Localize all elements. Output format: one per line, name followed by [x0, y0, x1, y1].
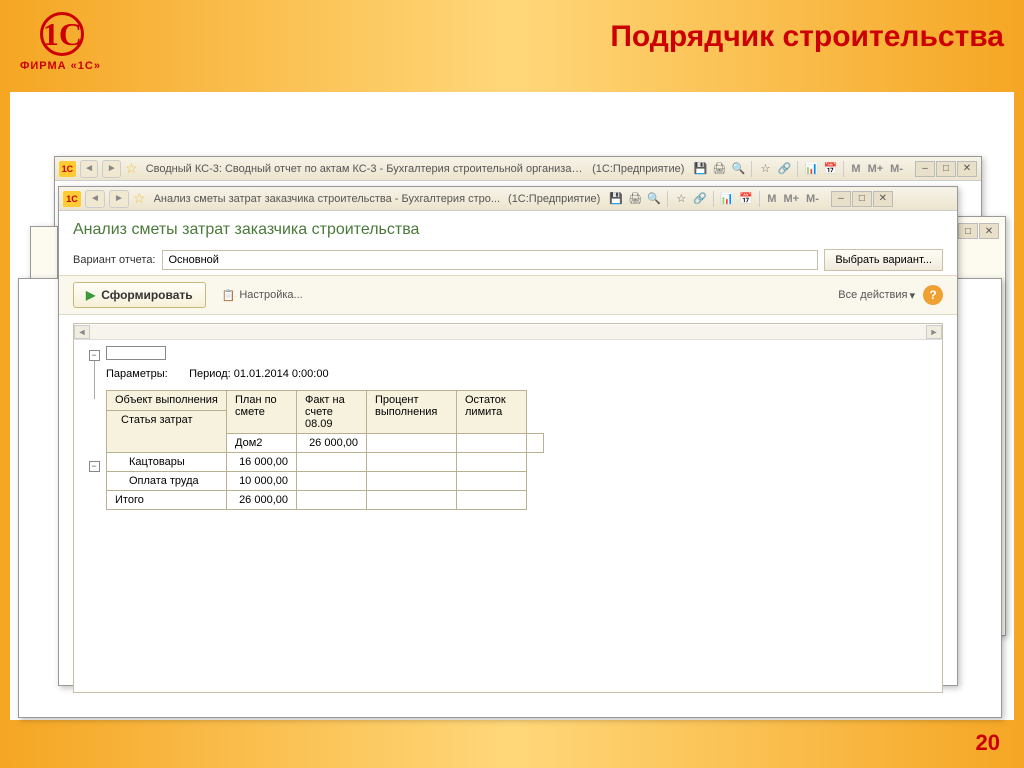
- cell-remain: [527, 434, 544, 453]
- report-body: ◄ ► − − Параметры: Период: 01.01.2014 0:…: [73, 323, 943, 693]
- report-table: Объект выполнения Статья затрат План по …: [106, 390, 544, 510]
- preview-icon[interactable]: 🔍: [730, 161, 746, 177]
- cell-name: Дом2: [227, 434, 297, 453]
- print-icon[interactable]: 🖨: [711, 161, 727, 177]
- minimize-button[interactable]: –: [915, 161, 935, 177]
- app-icon: 1C: [59, 161, 76, 177]
- m-plus-button[interactable]: M+: [866, 163, 886, 175]
- close-button[interactable]: ✕: [957, 161, 977, 177]
- col-percent: Процент выполнения: [367, 391, 457, 434]
- maximize-button[interactable]: □: [852, 191, 872, 207]
- col-object: Объект выполнения: [115, 394, 218, 406]
- cell-total-name: Итого: [107, 491, 227, 510]
- variant-input[interactable]: [162, 250, 819, 270]
- variant-label: Вариант отчета:: [73, 254, 156, 266]
- calendar-icon[interactable]: 📅: [738, 191, 754, 207]
- save-icon[interactable]: 💾: [608, 191, 624, 207]
- m-minus-button[interactable]: M-: [804, 193, 821, 205]
- col-remain: Остаток лимита: [457, 391, 527, 434]
- generate-label: Сформировать: [101, 288, 192, 302]
- app-name: (1С:Предприятие): [508, 193, 600, 205]
- params-value: Период: 01.01.2014 0:00:00: [189, 368, 329, 380]
- calc-icon[interactable]: 📊: [803, 161, 819, 177]
- chevron-down-icon: ▾: [909, 289, 915, 302]
- m-minus-button[interactable]: M-: [888, 163, 905, 175]
- all-actions-menu[interactable]: Все действия ▾: [838, 289, 915, 302]
- maximize-button[interactable]: □: [958, 223, 978, 239]
- app-icon: 1C: [63, 191, 81, 207]
- window-title: Сводный КС-3: Сводный отчет по актам КС-…: [146, 163, 584, 175]
- nav-fwd-button[interactable]: ►: [109, 190, 129, 208]
- settings-label: Настройка...: [239, 289, 302, 301]
- close-button[interactable]: ✕: [873, 191, 893, 207]
- col-plan: План по смете: [227, 391, 297, 434]
- nav-back-button[interactable]: ◄: [85, 190, 105, 208]
- cell-remain: [457, 491, 527, 510]
- nav-back-button[interactable]: ◄: [80, 160, 99, 178]
- slide-title: Подрядчик строительства: [610, 12, 1004, 54]
- link-icon[interactable]: 🔗: [692, 191, 708, 207]
- save-icon[interactable]: 💾: [692, 161, 708, 177]
- star-icon[interactable]: ☆: [673, 191, 689, 207]
- logo: 1C ФИРМА «1С»: [20, 12, 101, 72]
- cell-total-plan: 26 000,00: [227, 491, 297, 510]
- report-heading: Анализ сметы затрат заказчика строительс…: [59, 211, 957, 245]
- cell-percent: [367, 453, 457, 472]
- minimize-button[interactable]: –: [831, 191, 851, 207]
- print-icon[interactable]: 🖨: [627, 191, 643, 207]
- preview-icon[interactable]: 🔍: [646, 191, 662, 207]
- cell-remain: [457, 453, 527, 472]
- slide-number: 20: [976, 730, 1000, 756]
- calc-icon[interactable]: 📊: [719, 191, 735, 207]
- calendar-icon[interactable]: 📅: [822, 161, 838, 177]
- help-button[interactable]: ?: [923, 285, 943, 305]
- cell-plan: 16 000,00: [227, 453, 297, 472]
- favorite-icon[interactable]: ☆: [133, 190, 146, 207]
- col-article: Статья затрат: [107, 410, 226, 426]
- cell-fact: [367, 434, 457, 453]
- window-title: Анализ сметы затрат заказчика строительс…: [154, 193, 500, 205]
- logo-subtitle: ФИРМА «1С»: [20, 60, 101, 72]
- cell-name: Оплата труда: [107, 472, 227, 491]
- generate-button[interactable]: ▶ Сформировать: [73, 282, 206, 308]
- m-plus-button[interactable]: M+: [781, 193, 801, 205]
- col-fact: Факт на счете 08.09: [297, 391, 367, 434]
- m-button[interactable]: M: [849, 163, 862, 175]
- all-actions-label: Все действия: [838, 289, 907, 301]
- m-button[interactable]: M: [765, 193, 778, 205]
- cell-percent: [457, 434, 527, 453]
- play-icon: ▶: [86, 288, 95, 302]
- cell-percent: [367, 472, 457, 491]
- window-main: 1C ◄ ► ☆ Анализ сметы затрат заказчика с…: [58, 186, 958, 686]
- star-icon[interactable]: ☆: [757, 161, 773, 177]
- link-icon[interactable]: 🔗: [776, 161, 792, 177]
- tree-collapse-button[interactable]: −: [89, 461, 100, 472]
- scroll-track[interactable]: [90, 325, 926, 339]
- scroll-right-button[interactable]: ►: [926, 325, 942, 339]
- table-row: Кацтовары 16 000,00: [107, 453, 544, 472]
- settings-icon: 📋: [222, 289, 236, 302]
- cell-fact: [297, 491, 367, 510]
- close-button[interactable]: ✕: [979, 223, 999, 239]
- app-name: (1С:Предприятие): [592, 163, 684, 175]
- cell-remain: [457, 472, 527, 491]
- cell-fact: [297, 453, 367, 472]
- settings-button[interactable]: 📋 Настройка...: [214, 283, 311, 307]
- table-total-row: Итого 26 000,00: [107, 491, 544, 510]
- params-label: Параметры:: [106, 368, 186, 380]
- cell-plan: 26 000,00: [297, 434, 367, 453]
- select-variant-button[interactable]: Выбрать вариант...: [824, 249, 943, 271]
- tree-collapse-button[interactable]: −: [89, 350, 100, 361]
- maximize-button[interactable]: □: [936, 161, 956, 177]
- cell-percent: [367, 491, 457, 510]
- cell-fact: [297, 472, 367, 491]
- favorite-icon[interactable]: ☆: [125, 160, 138, 177]
- logo-1c-icon: 1C: [40, 12, 84, 56]
- nav-fwd-button[interactable]: ►: [102, 160, 121, 178]
- cell-plan: 10 000,00: [227, 472, 297, 491]
- cell-name: Кацтовары: [107, 453, 227, 472]
- scroll-left-button[interactable]: ◄: [74, 325, 90, 339]
- selection-box: [106, 346, 166, 360]
- table-row: Оплата труда 10 000,00: [107, 472, 544, 491]
